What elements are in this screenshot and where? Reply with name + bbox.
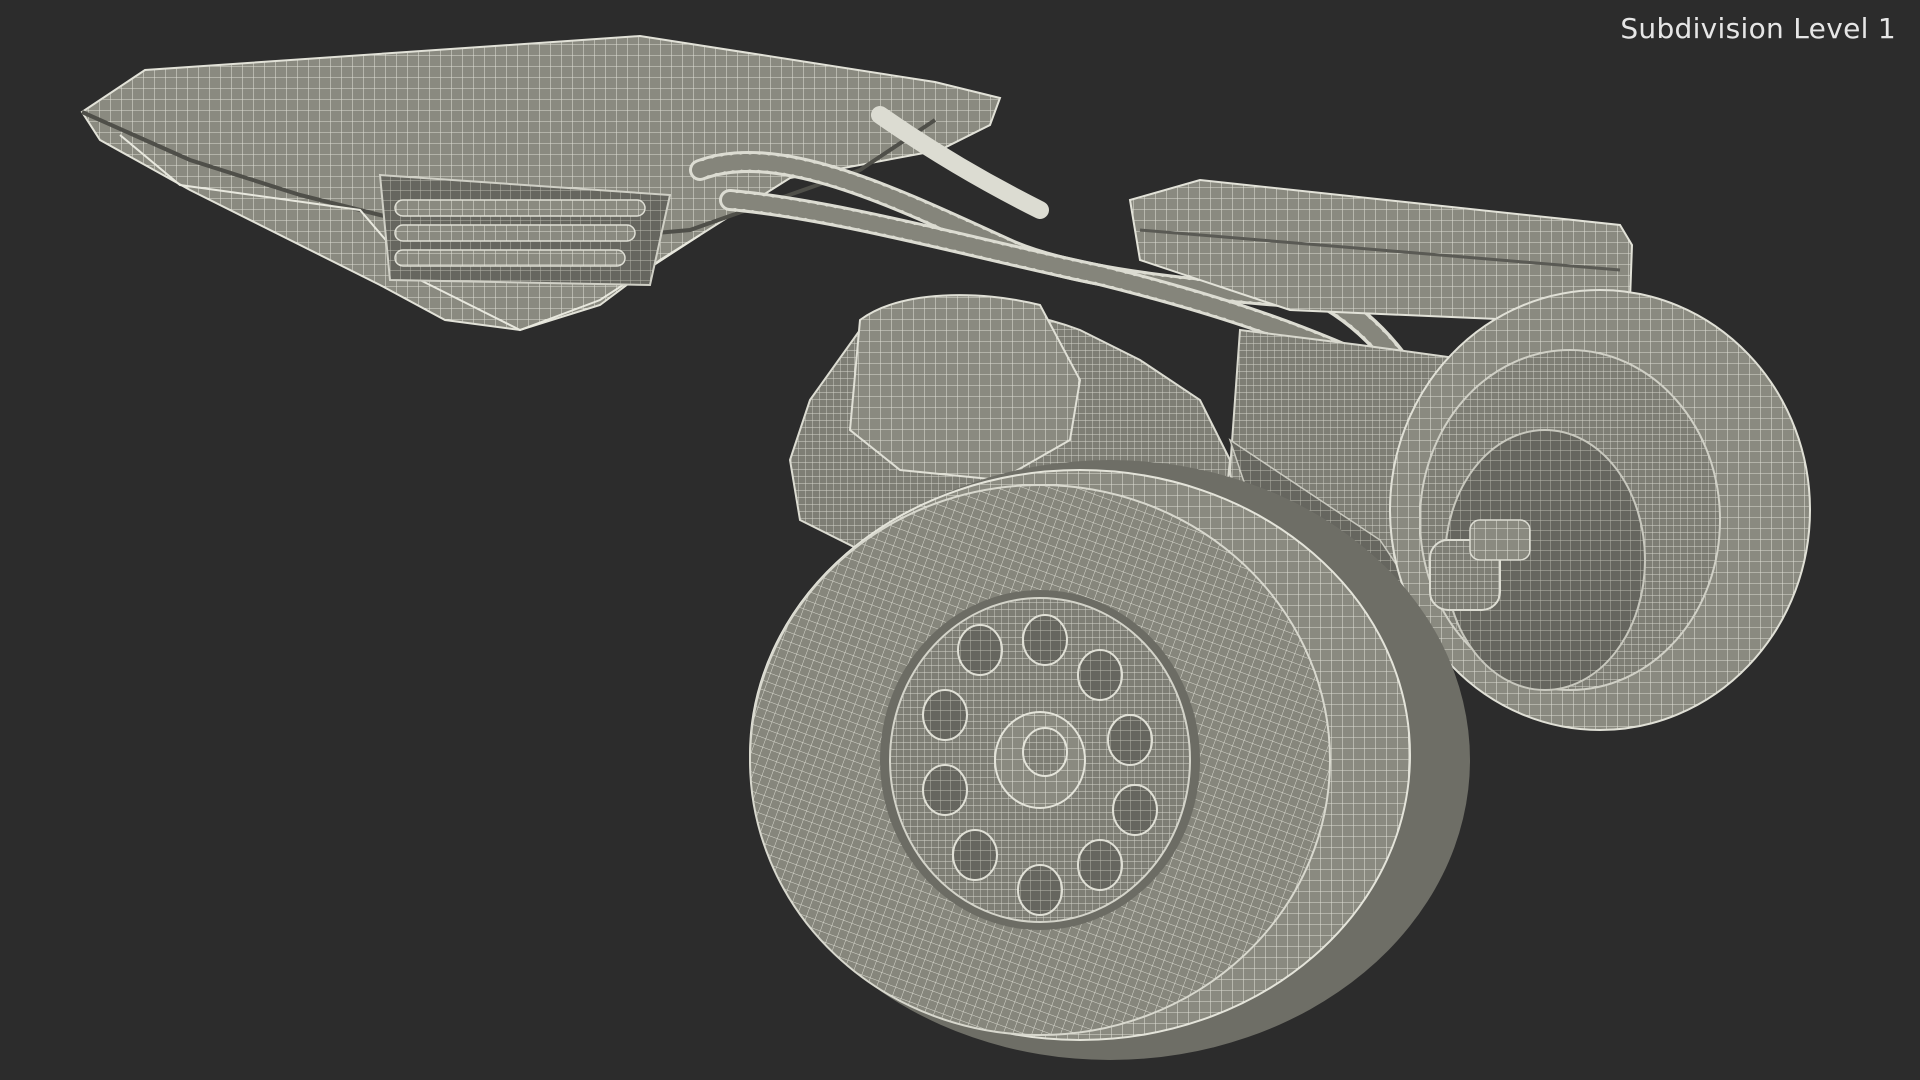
wireframe-model [80, 34, 1811, 1060]
rear-wheel [1389, 289, 1811, 731]
3d-viewport[interactable]: Subdivision Level 1 [0, 0, 1920, 1080]
deck-vents [378, 173, 672, 287]
front-wheel [749, 460, 1470, 1060]
